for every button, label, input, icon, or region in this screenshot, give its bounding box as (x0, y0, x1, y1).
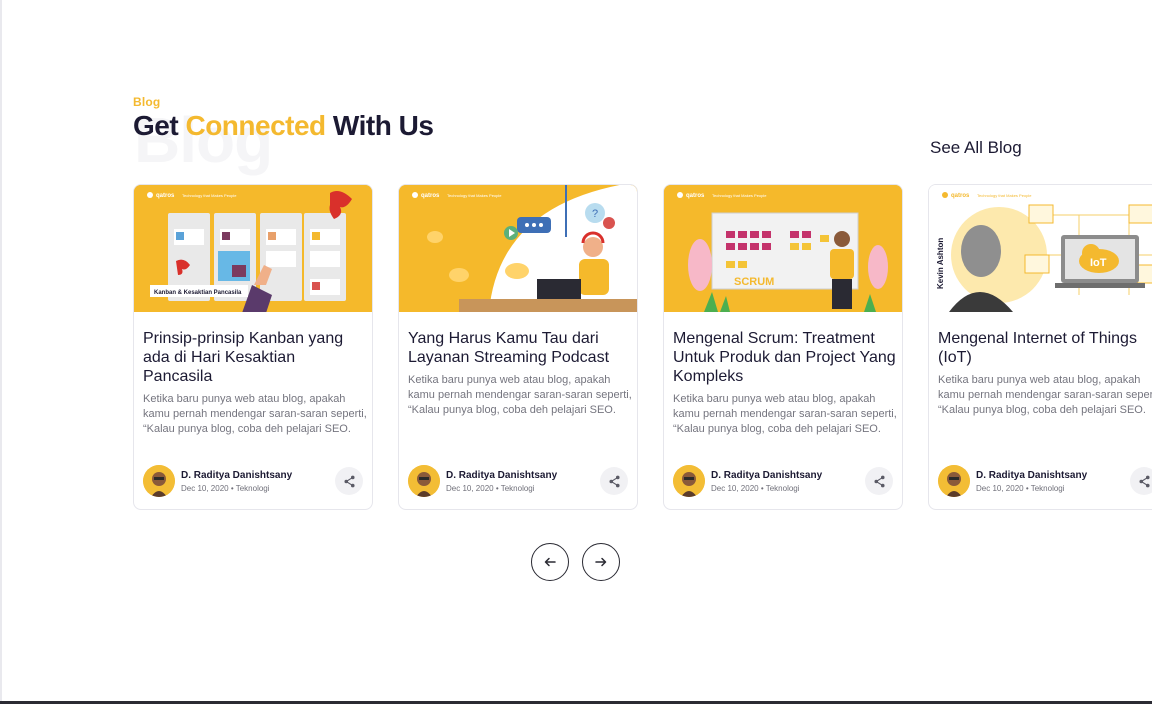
see-all-blog-link[interactable]: See All Blog (930, 138, 1022, 158)
author-meta: Dec 10, 2020 • Teknologi (976, 484, 1065, 493)
title-accent: Connected (185, 110, 326, 141)
avatar (938, 465, 970, 497)
thumb-caption: Kanban & Kesaktian Pancasila (154, 290, 242, 296)
card-excerpt: Ketika baru punya web atau blog, apakah … (673, 393, 897, 435)
card-excerpt: Ketika baru punya web atau blog, apakah … (408, 374, 632, 416)
author-name: D. Raditya Danishtsany (976, 470, 1088, 481)
card-thumbnail: qatros Technology that Makes People ? (399, 185, 637, 312)
blog-card[interactable]: qatros Technology that Makes People Kanb… (133, 184, 373, 510)
title-part-2: With Us (325, 110, 434, 141)
share-button[interactable] (600, 467, 628, 495)
title-part-1: Get (133, 110, 186, 141)
card-author: D. Raditya Danishtsany Dec 10, 2020 • Te… (408, 465, 630, 499)
card-title[interactable]: Mengenal Scrum: Treatment Untuk Produk d… (673, 329, 898, 386)
share-icon (343, 475, 355, 487)
arrow-right-icon (595, 557, 607, 567)
card-title[interactable]: Yang Harus Kamu Tau dari Layanan Streami… (408, 329, 633, 367)
meta-separator: • (495, 484, 499, 493)
thumb-brand: qatros (951, 193, 970, 199)
thumb-tagline: Technology that Makes People (712, 193, 767, 198)
thumb-brand: qatros (686, 193, 705, 199)
card-title[interactable]: Mengenal Internet of Things (IoT) (938, 329, 1152, 367)
thumb-caption: IoT (1090, 257, 1107, 269)
card-author: D. Raditya Danishtsany Dec 10, 2020 • Te… (673, 465, 895, 499)
meta-separator: • (760, 484, 764, 493)
thumb-brand: qatros (421, 193, 440, 199)
share-button[interactable] (865, 467, 893, 495)
card-excerpt: Ketika baru punya web atau blog, apakah … (938, 374, 1152, 416)
author-name: D. Raditya Danishtsany (181, 470, 293, 481)
author-meta: Dec 10, 2020 • Teknologi (711, 484, 800, 493)
card-thumbnail: qatros Technology that Makes People SCRU… (664, 185, 902, 312)
avatar (408, 465, 440, 497)
card-excerpt: Ketika baru punya web atau blog, apakah … (143, 393, 367, 435)
thumb-tagline: Technology that Makes People (977, 193, 1032, 198)
share-icon (1138, 475, 1150, 487)
card-thumbnail: qatros Technology that Makes People Kanb… (134, 185, 372, 312)
arrow-left-icon (544, 557, 556, 567)
author-name: D. Raditya Danishtsany (711, 470, 823, 481)
blog-card[interactable]: qatros Technology that Makes People ? Ya… (398, 184, 638, 510)
author-meta: Dec 10, 2020 • Teknologi (181, 484, 270, 493)
thumb-brand: qatros (156, 193, 175, 199)
thumb-tagline: Technology that Makes People (182, 193, 237, 198)
share-button[interactable] (1130, 467, 1152, 495)
blog-carousel: qatros Technology that Makes People Kanb… (133, 184, 1152, 514)
blog-card[interactable]: qatros Technology that Makes People Kevi… (928, 184, 1152, 510)
card-author: D. Raditya Danishtsany Dec 10, 2020 • Te… (938, 465, 1152, 499)
author-meta: Dec 10, 2020 • Teknologi (446, 484, 535, 493)
post-category: Teknologi (500, 484, 535, 493)
avatar (143, 465, 175, 497)
card-thumbnail: qatros Technology that Makes People Kevi… (929, 185, 1152, 312)
thumb-person: Kevin Ashton (936, 238, 945, 289)
post-date: Dec 10, 2020 (446, 484, 494, 493)
svg-text:?: ? (592, 208, 598, 220)
section-title: Get Connected With Us (133, 110, 434, 142)
post-category: Teknologi (765, 484, 800, 493)
carousel-prev-button[interactable] (531, 543, 569, 581)
author-name: D. Raditya Danishtsany (446, 470, 558, 481)
share-icon (608, 475, 620, 487)
post-category: Teknologi (1030, 484, 1065, 493)
meta-separator: • (1025, 484, 1029, 493)
thumb-caption: SCRUM (734, 276, 774, 288)
post-date: Dec 10, 2020 (711, 484, 759, 493)
meta-separator: • (230, 484, 234, 493)
thumb-tagline: Technology that Makes People (447, 193, 502, 198)
blog-card[interactable]: qatros Technology that Makes People SCRU… (663, 184, 903, 510)
post-date: Dec 10, 2020 (181, 484, 229, 493)
post-category: Teknologi (235, 484, 270, 493)
card-title[interactable]: Prinsip-prinsip Kanban yang ada di Hari … (143, 329, 368, 386)
share-button[interactable] (335, 467, 363, 495)
carousel-next-button[interactable] (582, 543, 620, 581)
avatar (673, 465, 705, 497)
post-date: Dec 10, 2020 (976, 484, 1024, 493)
share-icon (873, 475, 885, 487)
card-author: D. Raditya Danishtsany Dec 10, 2020 • Te… (143, 465, 365, 499)
